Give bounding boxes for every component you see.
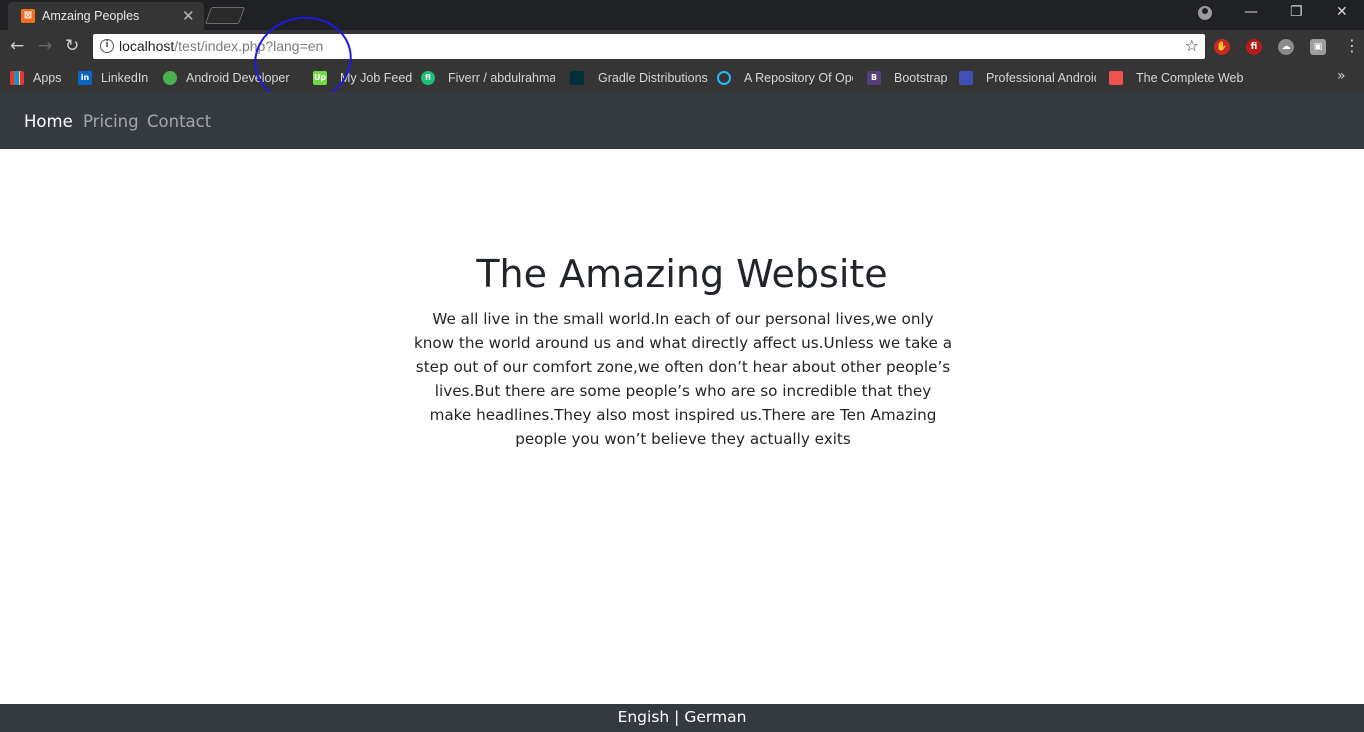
bookmark-label: LinkedIn bbox=[101, 71, 149, 85]
bookmark-fiverr[interactable]: fi Fiverr / abdulrahman bbox=[421, 70, 555, 86]
browser-tab-bar: ⊠ Amzaing Peoples ✕ — ❐ ✕ bbox=[0, 0, 1364, 30]
gradle-icon bbox=[570, 71, 584, 85]
new-tab-button[interactable] bbox=[204, 7, 246, 24]
site-info-icon[interactable]: i bbox=[100, 39, 114, 53]
bookmarks-bar: Apps in LinkedIn Android Developer J Up … bbox=[0, 63, 1364, 92]
language-separator: | bbox=[674, 708, 680, 726]
nav-home-link[interactable]: Home bbox=[24, 112, 73, 131]
extension-cloud-icon[interactable]: ☁ bbox=[1278, 39, 1294, 55]
bookmark-complete-web[interactable]: The Complete Web D bbox=[1109, 70, 1246, 86]
nav-contact-link[interactable]: Contact bbox=[147, 112, 211, 131]
close-window-button[interactable]: ✕ bbox=[1336, 4, 1348, 20]
page-title: The Amazing Website bbox=[476, 252, 888, 296]
bookmark-label: Gradle Distributions bbox=[598, 71, 708, 85]
bookmark-label: Fiverr / abdulrahman bbox=[448, 71, 555, 85]
repository-icon bbox=[717, 71, 731, 85]
extension-puzzle-icon[interactable]: ▣ bbox=[1310, 39, 1326, 55]
hero-paragraph: We all live in the small world.In each o… bbox=[413, 310, 953, 448]
profile-icon[interactable] bbox=[1198, 6, 1212, 20]
bookmark-repository[interactable]: A Repository Of Ope bbox=[717, 70, 853, 86]
back-button[interactable]: ← bbox=[10, 36, 24, 56]
tab-title: Amzaing Peoples bbox=[42, 9, 140, 23]
bookmark-linkedin[interactable]: in LinkedIn bbox=[78, 70, 148, 86]
browser-tab[interactable]: ⊠ Amzaing Peoples ✕ bbox=[8, 2, 204, 30]
bookmark-label: A Repository Of Ope bbox=[744, 71, 853, 85]
bookmark-label: Apps bbox=[33, 71, 62, 85]
language-switcher: Engish | German bbox=[0, 708, 1364, 726]
more-bookmarks-icon[interactable]: » bbox=[1337, 68, 1346, 84]
forward-button[interactable]: → bbox=[38, 36, 52, 56]
extension-adblock-icon[interactable]: ✋ bbox=[1214, 39, 1230, 55]
bookmark-label: Professional Android bbox=[986, 71, 1096, 85]
bookmark-label: The Complete Web D bbox=[1136, 71, 1246, 85]
url-host: localhost bbox=[119, 38, 175, 54]
bookmark-label: Bootstrap bbox=[894, 71, 948, 85]
linkedin-icon: in bbox=[78, 71, 92, 85]
fiverr-icon: fi bbox=[421, 71, 435, 85]
complete-web-icon bbox=[1109, 71, 1123, 85]
xampp-favicon-icon: ⊠ bbox=[21, 9, 35, 23]
browser-menu-icon[interactable]: ⋮ bbox=[1344, 36, 1360, 55]
reload-button[interactable]: ↻ bbox=[65, 36, 79, 56]
nav-pricing-link[interactable]: Pricing bbox=[83, 112, 139, 131]
browser-toolbar: ← → ↻ i localhost/test/index.php?lang=en… bbox=[0, 30, 1364, 63]
tab-close-icon[interactable]: ✕ bbox=[182, 7, 195, 25]
bookmark-bootstrap[interactable]: B Bootstrap bbox=[867, 70, 948, 86]
hero-section: The Amazing Website We all live in the s… bbox=[0, 149, 1364, 704]
extension-fiverr-icon[interactable]: fi bbox=[1246, 39, 1262, 55]
language-german-link[interactable]: German bbox=[684, 708, 746, 726]
bookmark-apps[interactable]: Apps bbox=[10, 70, 62, 86]
bookmark-star-icon[interactable]: ☆ bbox=[1185, 36, 1199, 55]
site-navbar: Home Pricing Contact bbox=[0, 92, 1364, 149]
android-icon bbox=[163, 71, 177, 85]
minimize-button[interactable]: — bbox=[1244, 4, 1258, 20]
bookmark-label: My Job Feed bbox=[340, 71, 413, 85]
professional-android-icon bbox=[959, 71, 973, 85]
bookmark-gradle[interactable]: Gradle Distributions bbox=[570, 70, 708, 86]
site-footer: Engish | German bbox=[0, 704, 1364, 732]
language-english-link[interactable]: Engish bbox=[618, 708, 670, 726]
bootstrap-icon: B bbox=[867, 71, 881, 85]
restore-button[interactable]: ❐ bbox=[1290, 4, 1303, 20]
apps-grid-icon bbox=[10, 71, 24, 85]
bookmark-professional-android[interactable]: Professional Android bbox=[959, 70, 1096, 86]
